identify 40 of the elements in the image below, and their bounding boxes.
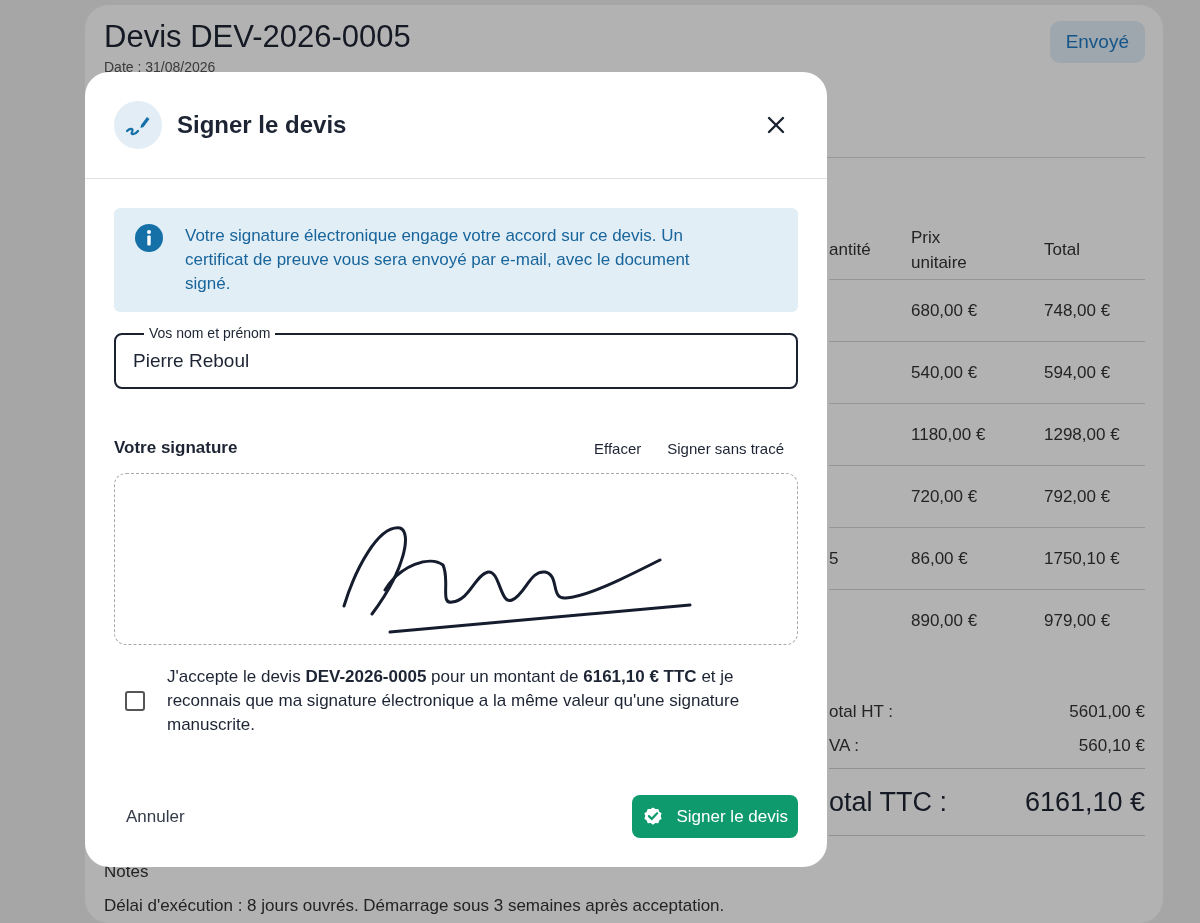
table-cell-text: 890,00 € <box>911 611 979 631</box>
total-value: 560,10 € <box>1078 736 1145 756</box>
info-icon <box>135 224 163 252</box>
total-value: 5601,00 € <box>1069 702 1145 722</box>
text-button[interactable]: Signer sans tracé <box>655 437 798 459</box>
total-label: otal TTC : <box>829 786 948 818</box>
quote-date: Date : 31/08/2026 <box>104 59 217 75</box>
total-label: VA : <box>829 736 859 756</box>
table-cell-text: 792,00 € <box>1044 486 1112 507</box>
column-header: Total <box>1044 239 1081 260</box>
info-text: Votre signature électronique engage votre accord sur ce devis. Un certificat de preuve vous sera envoyé par e-mail, avec le document signé. <box>185 225 691 295</box>
consent-text: J'accepte le devis DEV-2026-0005 pour un montant de 6161,10 € TTC et je reconnais que ma signature électronique a la même valeur qu'une signature manuscrite. <box>167 666 741 736</box>
column-header: Prix unitaire <box>911 226 968 274</box>
total-value: 6161,10 € <box>1024 786 1145 818</box>
total-label: otal HT : <box>829 702 893 722</box>
quote-title: Devis DEV-2026-0005 <box>104 19 411 55</box>
notes-text: Délai d'exécution : 8 jours ouvrés. Démarrage sous 3 semaines après acceptation. <box>104 896 726 916</box>
cancel-button[interactable]: Annuler <box>114 796 197 837</box>
status-badge: Envoyé <box>1049 21 1145 63</box>
dialog-title: Signer le devis <box>177 111 348 139</box>
table-cell-text: 594,00 € <box>1044 362 1112 383</box>
pen-icon <box>114 101 162 149</box>
consent-checkbox[interactable] <box>125 691 145 711</box>
table-cell-text: 680,00 € <box>911 300 979 321</box>
signature-pad[interactable] <box>114 473 798 645</box>
table-cell-text: 1750,10 € <box>1044 548 1121 569</box>
table-cell-text: 720,00 € <box>911 486 979 507</box>
table-cell-text: 1180,00 € <box>911 424 987 445</box>
table-cell-text: 540,00 € <box>911 362 979 383</box>
table-cell-text: 748,00 € <box>1044 300 1112 321</box>
sign-button[interactable]: Signer le devis <box>632 795 798 838</box>
notes-heading: Notes <box>104 862 150 882</box>
table-cell-text: 979,00 € <box>1044 611 1112 631</box>
column-header: antité <box>829 239 872 260</box>
table-cell-text: 5 <box>829 548 840 569</box>
text-button[interactable]: Effacer <box>582 437 642 459</box>
table-cell-text: 86,00 € <box>911 548 969 569</box>
table-cell-text: 1298,00 € <box>1044 424 1121 445</box>
name-field[interactable]: Vos nom et prénom Pierre Reboul <box>114 322 798 389</box>
signature-label: Votre signature <box>114 438 238 458</box>
